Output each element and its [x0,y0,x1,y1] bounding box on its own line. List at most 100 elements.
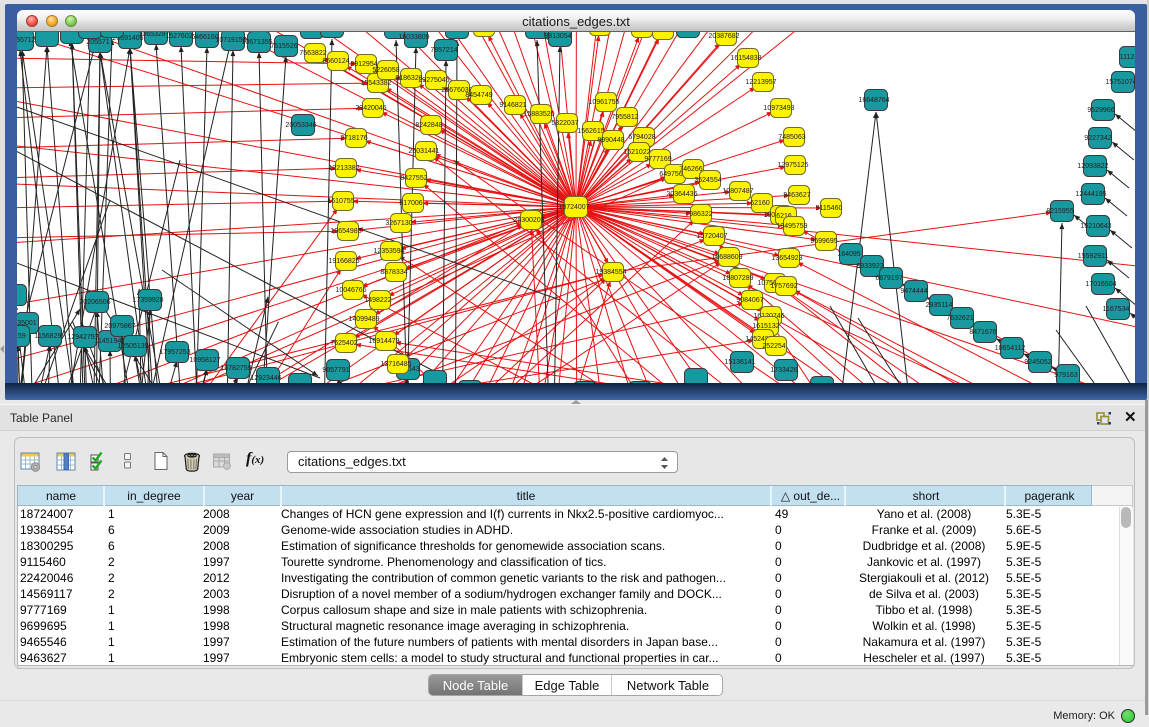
svg-text:14055712: 14055712 [17,37,36,44]
svg-text:39159: 39159 [17,333,26,340]
svg-text:23420046: 23420046 [355,105,386,112]
svg-text:20364436: 20364436 [666,191,697,198]
svg-text:7563822: 7563822 [299,50,326,57]
svg-text:9115460: 9115460 [816,205,843,212]
svg-text:8427552: 8427552 [400,175,427,182]
svg-text:746266: 746266 [679,166,702,173]
svg-text:7955812: 7955812 [611,114,638,121]
svg-text:20053346: 20053346 [285,122,316,129]
svg-text:1621022: 1621022 [623,149,650,156]
svg-text:252254: 252254 [762,343,785,350]
svg-text:1610755: 1610755 [327,198,354,205]
svg-text:12505135: 12505135 [117,343,148,350]
svg-text:26031441: 26031441 [408,148,439,155]
svg-text:12213957: 12213957 [745,79,776,86]
svg-text:8933923: 8933923 [856,263,883,270]
svg-text:15592911: 15592911 [1078,253,1109,260]
svg-text:3267130: 3267130 [385,220,412,227]
svg-text:19495759: 19495759 [776,223,807,230]
svg-text:12923446: 12923446 [250,375,281,382]
svg-text:17016504: 17016504 [1085,281,1116,288]
svg-text:9857791: 9857791 [322,367,349,374]
svg-text:17359928: 17359928 [132,297,163,304]
svg-text:10973493: 10973493 [763,105,794,112]
svg-text:9699695: 9699695 [810,238,837,245]
svg-text:15751074: 15751074 [1105,79,1135,86]
svg-text:7857214: 7857214 [430,47,457,54]
svg-text:9529966: 9529966 [1087,107,1114,114]
svg-text:8215955: 8215955 [1046,208,1073,215]
svg-text:8242848: 8242848 [415,122,442,129]
svg-text:17957253: 17957253 [159,349,190,356]
svg-text:9463627: 9463627 [783,192,810,199]
svg-text:19384554: 19384554 [595,269,626,276]
svg-text:8878334: 8878334 [380,269,407,276]
svg-text:9227342: 9227342 [1084,135,1111,142]
svg-text:10046766: 10046766 [335,287,366,294]
svg-text:16154838: 16154838 [730,55,761,62]
svg-text:19166825: 19166825 [328,258,359,265]
svg-text:10807487: 10807487 [722,188,753,195]
svg-text:8660124: 8660124 [322,58,349,65]
svg-text:20975867: 20975867 [104,323,135,330]
svg-text:12353594: 12353594 [373,248,404,255]
svg-text:19654985: 19654985 [330,228,361,235]
svg-text:9474444: 9474444 [900,288,927,295]
svg-text:15543382: 15543382 [360,80,391,87]
svg-text:12213382: 12213382 [328,165,359,172]
svg-text:25300203: 25300203 [513,217,544,224]
svg-text:16914479: 16914479 [368,338,399,345]
svg-text:15136141: 15136141 [724,359,755,366]
svg-text:11124: 11124 [1120,54,1135,61]
svg-text:20206506: 20206506 [79,299,110,306]
svg-text:62160: 62160 [750,200,770,207]
svg-text:6879197: 6879197 [875,275,902,282]
svg-text:9245052: 9245052 [1024,359,1051,366]
svg-text:164095: 164095 [837,251,860,258]
svg-text:1156829: 1156829 [35,333,62,340]
svg-text:15720407: 15720407 [696,233,727,240]
svg-text:12444195: 12444195 [1075,191,1106,198]
svg-text:18724007: 18724007 [558,204,589,211]
svg-text:13654923: 13654923 [771,255,802,262]
svg-text:1167534: 1167534 [1103,306,1130,313]
svg-text:8454749: 8454749 [465,92,492,99]
svg-text:205571: 205571 [86,39,109,46]
svg-text:7632621: 7632621 [946,315,973,322]
svg-text:1615132: 1615132 [752,323,779,330]
svg-text:5226058: 5226058 [372,67,399,74]
svg-text:7986322: 7986322 [685,211,712,218]
svg-text:7515526: 7515526 [270,43,297,50]
svg-text:9146821: 9146821 [499,102,526,109]
svg-text:12975125: 12975125 [777,162,808,169]
svg-text:3624554: 3624554 [694,177,721,184]
svg-text:12093822: 12093822 [1077,163,1108,170]
svg-text:8813054: 8813054 [544,33,571,40]
svg-text:10961755: 10961755 [588,99,619,106]
svg-text:817006: 817006 [399,200,422,207]
svg-text:1527602: 1527602 [165,33,192,40]
svg-text:10958127: 10958127 [189,357,220,364]
svg-text:9777169: 9777169 [644,156,671,163]
svg-text:7485063: 7485063 [778,134,805,141]
svg-text:8990448: 8990448 [597,137,624,144]
svg-text:9084067: 9084067 [736,297,763,304]
svg-text:979163: 979163 [1054,372,1077,379]
svg-text:1733426: 1733426 [770,367,797,374]
svg-text:10688609: 10688609 [711,254,742,261]
svg-text:10654112: 10654112 [995,345,1026,352]
svg-text:18807289: 18807289 [722,275,753,282]
svg-text:16648764: 16648764 [858,97,889,104]
svg-text:20387682: 20387682 [708,33,739,40]
svg-text:13716485: 13716485 [380,361,411,368]
svg-text:23275046: 23275046 [418,77,449,84]
svg-text:10671355: 10671355 [241,39,272,46]
svg-text:8471676: 8471676 [969,329,996,336]
svg-text:2718176: 2718176 [340,135,367,142]
svg-text:14099489: 14099489 [348,316,379,323]
svg-text:16782759: 16782759 [220,365,251,372]
svg-text:15883520: 15883520 [523,111,554,118]
svg-text:16033809: 16033809 [398,34,429,41]
svg-text:1498222: 1498222 [364,297,391,304]
svg-text:1757692: 1757692 [770,283,797,290]
